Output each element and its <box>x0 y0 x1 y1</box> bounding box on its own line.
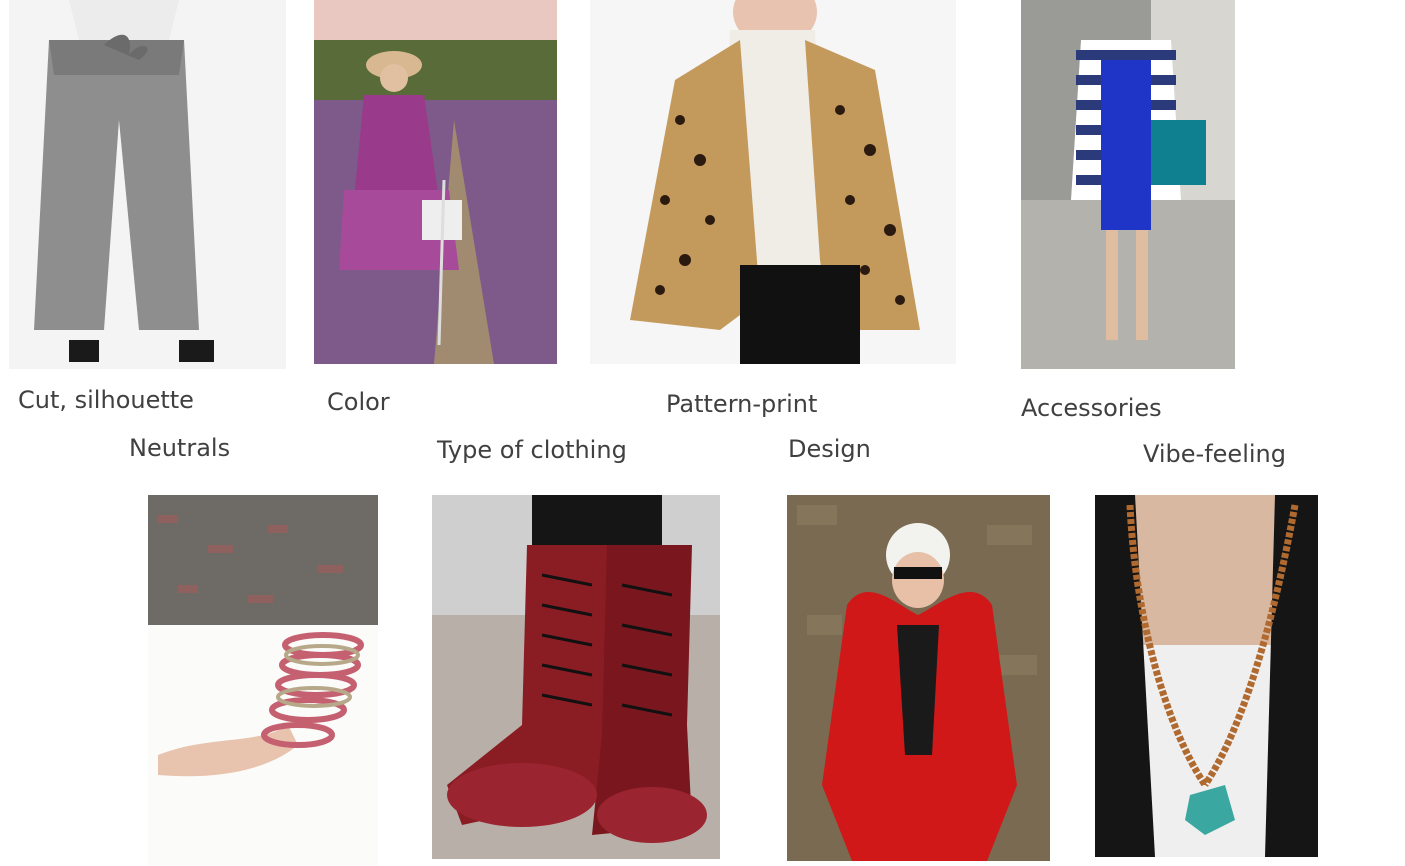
photo-red-coat-design <box>787 495 1050 861</box>
photo-purple-dress-lavender <box>314 0 557 364</box>
photo-bracelets <box>148 495 378 866</box>
label-type-of-clothing: Type of clothing <box>437 436 627 464</box>
label-vibe-feeling: Vibe-feeling <box>1143 440 1286 468</box>
photo-striped-coat-accessories <box>1021 0 1235 369</box>
label-design: Design <box>788 435 871 463</box>
photo-leopard-jacket <box>590 0 956 364</box>
photo-bead-necklace <box>1095 495 1318 857</box>
label-color: Color <box>327 388 390 416</box>
label-cut-silhouette: Cut, silhouette <box>18 386 194 414</box>
label-accessories: Accessories <box>1021 394 1162 422</box>
label-pattern-print: Pattern-print <box>666 390 818 418</box>
photo-red-boots <box>432 495 720 859</box>
photo-wide-leg-trousers <box>9 0 286 369</box>
label-neutrals: Neutrals <box>129 434 231 462</box>
